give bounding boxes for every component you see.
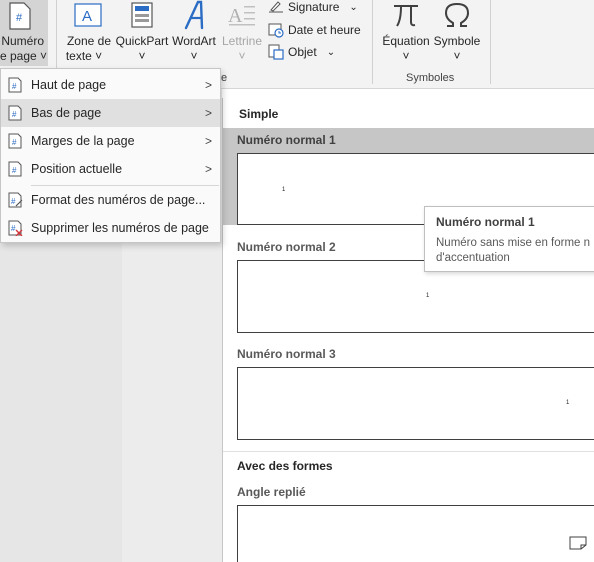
page-number-icon: # [9,2,31,30]
text-group-label-partial: e [221,72,228,84]
svg-text:#: # [12,166,17,175]
menu-item-bottom-of-page[interactable]: # Bas de page > [1,99,220,127]
lettrine-label: Lettrine [221,34,263,48]
page-number-preview: 1 [426,293,430,299]
signature-icon [269,1,283,13]
calendar-clock-icon [268,23,284,38]
menu-item-label: Supprimer les numéros de page [31,221,209,235]
gallery-item-label: Numéro normal 3 [237,347,336,361]
signature-line-button[interactable]: Signature ⌄ [268,0,358,14]
chevron-down-icon: ⌄ [326,46,336,58]
bottom-of-page-gallery: Simple Numéro normal 1 1 Numéro normal 2… [222,98,594,562]
page-number-icon: # [8,105,22,121]
svg-text:#: # [12,138,17,147]
page-number-icon: # [8,77,22,93]
text-box-button[interactable]: A Zone de texte ˅ [64,0,114,66]
chevron-right-icon: > [204,134,212,148]
wordart-label: WordArt [172,34,216,48]
wordart-caret: ˅ [190,49,198,63]
folded-corner-icon [569,536,587,550]
lettrine-caret: ˅ [238,49,246,63]
page-number-preview: 1 [566,400,570,406]
gallery-item-label: Numéro normal 1 [237,133,336,147]
quickpart-label: QuickPart [115,34,169,48]
format-page-number-icon: # [8,192,23,208]
chevron-right-icon: > [204,106,212,120]
page-number-preview: 1 [282,187,286,193]
date-time-button[interactable]: Date et heure [268,22,361,38]
wordart-icon [184,0,204,30]
menu-item-top-of-page[interactable]: # Haut de page > [1,71,220,99]
object-label: Objet [288,45,317,59]
text-box-icon: A [74,3,102,27]
equation-button[interactable]: Équation ˅ [380,0,432,66]
gallery-item-label: Angle replié [237,485,306,499]
chevron-right-icon: > [204,162,212,176]
object-icon [268,44,284,60]
quickpart-button[interactable]: QuickPart ˅ [114,0,170,66]
symbols-group-label: Symboles [406,72,455,84]
page-number-icon: # [8,133,22,149]
group-separator [372,0,373,84]
date-time-label: Date et heure [288,23,361,37]
gallery-item-label: Numéro normal 2 [237,240,336,254]
tooltip-title: Numéro normal 1 [436,215,535,229]
svg-text:#: # [11,224,16,233]
symbol-button[interactable]: Symbole ˅ [432,0,482,66]
signature-label: Signature [288,0,340,14]
page-number-button[interactable]: # Numéro e page ˅ [0,0,48,66]
svg-text:A: A [228,5,243,27]
page-number-label-2: e page ˅ [0,49,48,63]
menu-item-label: Position actuelle [31,162,123,176]
svg-text:#: # [12,82,17,91]
omega-icon [444,2,470,27]
menu-item-remove-page-numbers[interactable]: # Supprimer les numéros de page [1,214,220,242]
chevron-down-icon: ⌄ [349,1,358,13]
page-number-menu: # Haut de page > # Bas de page > # Marge… [0,68,221,243]
menu-item-page-margins[interactable]: # Marges de la page > [1,127,220,155]
menu-item-label: Marges de la page [31,134,135,148]
section-divider [223,451,594,452]
quickpart-caret: ˅ [138,49,146,63]
svg-text:#: # [11,197,16,206]
menu-item-label: Haut de page [31,78,107,92]
hover-frame-left [223,153,237,225]
svg-text:A: A [82,8,92,25]
wordart-button[interactable]: WordArt ˅ [170,0,218,66]
chevron-right-icon: > [204,78,212,92]
text-box-label-1: Zone de [66,34,112,48]
svg-text:#: # [12,110,17,119]
equation-caret: ˅ [402,49,410,63]
lettrine-icon: A [228,5,255,27]
symbol-caret: ˅ [453,49,461,63]
quickpart-icon [131,2,153,28]
tooltip-description: Numéro sans mise en forme n d'accentuati… [436,237,591,264]
symbol-label: Symbole [433,34,481,48]
gallery-item-folded-corner-preview[interactable] [237,505,594,562]
section-heading-shapes: Avec des formes [237,459,333,473]
page-number-icon: # [8,161,22,177]
remove-page-number-icon: # [8,220,23,236]
svg-text:#: # [16,12,23,24]
equation-label: Équation [382,34,430,48]
group-separator [490,0,491,84]
menu-item-current-position[interactable]: # Position actuelle > [1,155,220,183]
gallery-item-normal-3-preview[interactable]: 1 [237,367,594,440]
pi-icon [394,5,418,27]
page-number-label-1: Numéro [1,34,44,48]
object-button[interactable]: Objet ⌄ [268,44,335,60]
menu-item-label: Format des numéros de page... [31,193,206,207]
section-heading-simple: Simple [239,107,279,121]
lettrine-button[interactable]: A Lettrine ˅ [218,0,266,66]
text-box-label-2: texte ˅ [65,49,103,63]
tooltip: Numéro normal 1 Numéro sans mise en form… [424,206,594,272]
menu-item-label: Bas de page [31,106,102,120]
menu-item-format-page-numbers[interactable]: # Format des numéros de page... [1,186,220,214]
